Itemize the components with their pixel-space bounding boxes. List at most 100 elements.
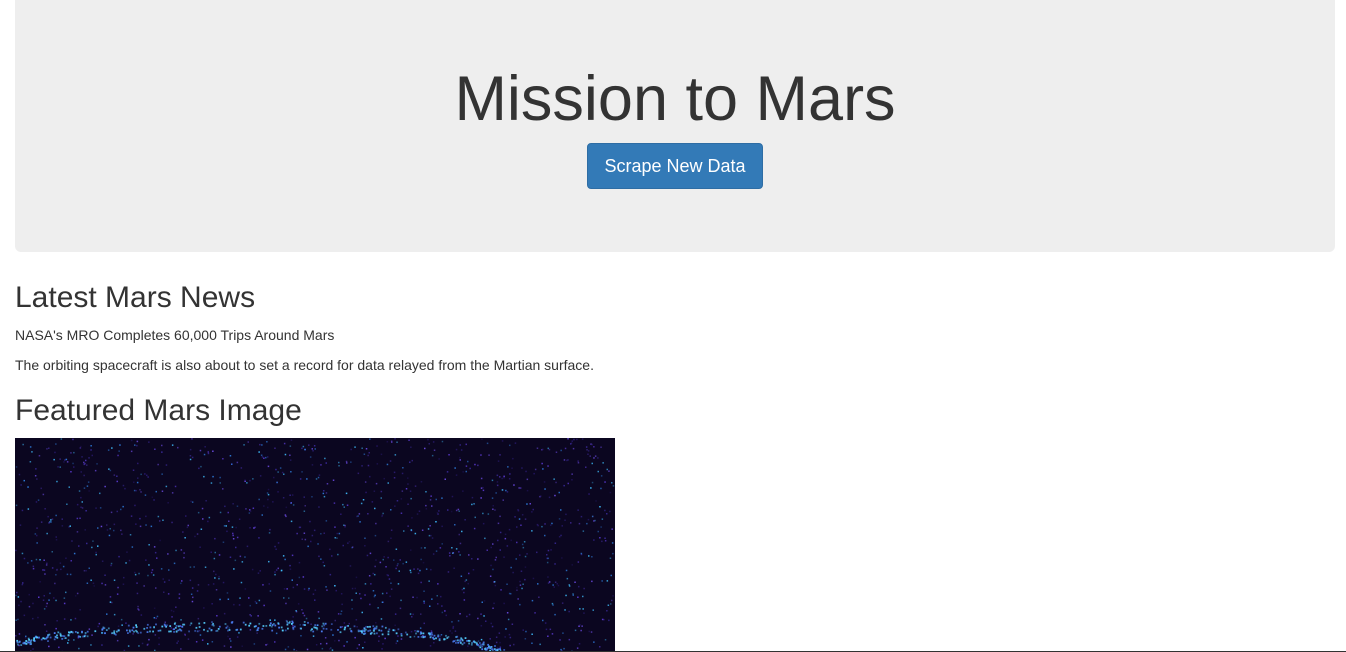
image-speckle <box>274 624 277 627</box>
image-speckle <box>578 643 581 645</box>
image-speckle <box>482 489 485 492</box>
image-speckle <box>63 635 66 638</box>
image-speckle <box>59 466 61 468</box>
image-speckle <box>99 507 102 509</box>
featured-image-heading: Featured Mars Image <box>15 394 302 427</box>
image-speckle <box>558 491 560 494</box>
image-speckle <box>431 598 433 600</box>
image-speckle <box>326 589 328 591</box>
image-speckle <box>503 476 505 479</box>
image-speckle <box>249 604 251 607</box>
image-speckle <box>563 647 565 650</box>
image-speckle <box>419 633 422 635</box>
image-speckle <box>604 509 606 512</box>
image-speckle <box>510 566 512 569</box>
image-speckle <box>180 582 182 585</box>
image-speckle <box>499 646 502 648</box>
image-speckle <box>262 625 265 627</box>
image-speckle <box>363 453 366 455</box>
image-speckle <box>161 625 164 628</box>
image-speckle <box>258 451 260 453</box>
image-speckle <box>229 638 231 640</box>
image-speckle <box>351 608 353 610</box>
image-speckle <box>160 568 163 570</box>
image-speckle <box>151 569 154 571</box>
image-speckle <box>389 595 391 598</box>
image-speckle <box>95 553 97 556</box>
image-speckle <box>81 630 83 633</box>
scrape-new-data-button[interactable]: Scrape New Data <box>587 143 763 189</box>
image-speckle <box>385 566 387 568</box>
image-speckle <box>312 635 315 637</box>
image-speckle <box>531 633 533 635</box>
image-speckle <box>600 526 602 528</box>
image-speckle <box>23 479 25 482</box>
image-speckle <box>410 497 412 500</box>
image-speckle <box>106 613 108 615</box>
latest-news-heading: Latest Mars News <box>15 281 256 314</box>
image-speckle <box>173 562 176 565</box>
image-speckle <box>162 519 164 521</box>
image-speckle <box>154 551 157 554</box>
image-speckle <box>266 441 268 443</box>
image-speckle <box>214 537 216 540</box>
image-speckle <box>439 547 442 549</box>
image-speckle <box>431 454 434 457</box>
image-speckle <box>325 520 328 522</box>
image-speckle <box>481 438 483 440</box>
image-speckle <box>70 619 72 621</box>
image-speckle <box>355 619 358 621</box>
image-speckle <box>105 629 108 631</box>
image-speckle <box>388 578 391 580</box>
image-speckle <box>15 635 17 637</box>
image-speckle <box>394 624 396 627</box>
image-speckle <box>56 480 58 483</box>
image-speckle <box>184 633 186 635</box>
image-speckle <box>517 510 520 512</box>
image-speckle <box>464 637 467 639</box>
image-speckle <box>45 564 48 566</box>
image-speckle <box>302 445 305 448</box>
image-speckle <box>571 440 573 442</box>
image-speckle <box>203 628 205 631</box>
image-speckle <box>320 464 322 466</box>
image-speckle <box>565 569 568 572</box>
image-speckle <box>179 625 182 627</box>
image-speckle <box>374 565 376 568</box>
image-speckle <box>458 533 460 536</box>
image-speckle <box>592 609 594 611</box>
image-speckle <box>116 475 118 477</box>
image-speckle <box>386 463 389 466</box>
image-speckle <box>480 477 483 480</box>
image-speckle <box>146 474 148 477</box>
image-speckle <box>435 521 437 523</box>
image-speckle <box>216 615 218 617</box>
image-speckle <box>51 518 54 520</box>
image-speckle <box>207 643 209 645</box>
image-speckle <box>177 625 180 628</box>
image-speckle <box>501 489 504 491</box>
image-speckle <box>284 629 287 632</box>
image-speckle <box>291 494 294 496</box>
image-speckle <box>342 503 344 506</box>
image-speckle <box>206 630 209 633</box>
image-speckle <box>358 513 361 515</box>
image-speckle <box>354 446 356 448</box>
image-speckle <box>168 569 170 571</box>
image-speckle <box>72 438 74 441</box>
image-speckle <box>120 508 122 511</box>
image-speckle <box>223 612 226 615</box>
image-speckle <box>307 589 310 591</box>
image-speckle <box>374 534 377 537</box>
image-speckle <box>295 610 297 612</box>
image-speckle <box>532 577 535 580</box>
image-speckle <box>429 636 432 639</box>
image-speckle <box>140 491 142 493</box>
image-speckle <box>79 517 81 519</box>
image-speckle <box>56 634 58 637</box>
image-speckle <box>219 511 222 514</box>
image-speckle <box>223 645 226 647</box>
image-speckle <box>431 633 434 636</box>
image-speckle <box>222 581 225 584</box>
image-speckle <box>544 523 546 525</box>
